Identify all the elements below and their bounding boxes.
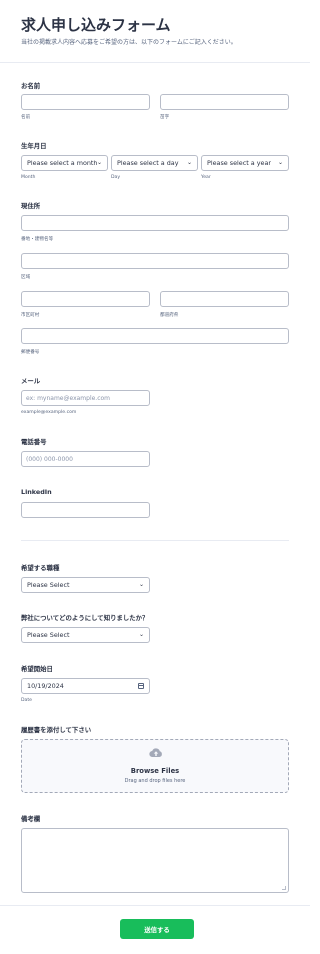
start-date-value: 10/19/2024 xyxy=(27,682,64,690)
birth-month-value: Please select a month xyxy=(27,159,98,167)
date-sublabel: Date xyxy=(21,698,32,703)
address-label: 現住所 xyxy=(21,202,41,210)
last-name-sublabel: 苗字 xyxy=(160,115,170,120)
notes-label: 備考欄 xyxy=(21,815,41,823)
email-sublabel: example@example.com xyxy=(21,410,77,415)
notes-textarea[interactable] xyxy=(21,828,289,893)
source-value: Please Select xyxy=(27,631,70,639)
postal-code-field[interactable] xyxy=(21,328,289,344)
birthdate-label: 生年月日 xyxy=(21,142,47,150)
chevron-down-icon: ⌄ xyxy=(96,159,102,166)
start-date-label: 希望開始日 xyxy=(21,665,53,673)
form-footer: 送信する xyxy=(0,905,310,954)
section-divider xyxy=(21,540,289,541)
birth-day-select[interactable]: Please select a day ⌄ xyxy=(111,155,198,171)
cloud-upload-icon xyxy=(149,748,162,757)
form-subtitle: 当社の掲載求人内容へ応募をご希望の方は、以下のフォームにご記入ください。 xyxy=(21,39,237,46)
birth-day-value: Please select a day xyxy=(117,159,179,167)
street-field[interactable] xyxy=(21,215,289,231)
birth-year-value: Please select a year xyxy=(207,159,271,167)
birth-year-select[interactable]: Please select a year ⌄ xyxy=(201,155,289,171)
resume-label: 履歴書を添付して下さい xyxy=(21,726,92,734)
month-sublabel: Month xyxy=(21,175,36,180)
position-select[interactable]: Please Select ⌄ xyxy=(21,577,150,593)
email-field[interactable] xyxy=(21,390,150,406)
drag-drop-hint: Drag and drop files here xyxy=(124,778,186,784)
linkedin-field[interactable] xyxy=(21,502,150,518)
prefecture-sublabel: 都道府県 xyxy=(160,313,179,318)
source-select[interactable]: Please Select ⌄ xyxy=(21,627,150,643)
city-field[interactable] xyxy=(21,291,150,307)
prefecture-field[interactable] xyxy=(160,291,289,307)
phone-label: 電話番号 xyxy=(21,438,47,446)
first-name-sublabel: 名前 xyxy=(21,115,31,120)
name-label: お名前 xyxy=(21,82,41,90)
position-value: Please Select xyxy=(27,581,70,589)
area-field[interactable] xyxy=(21,253,289,269)
form-title: 求人申し込みフォーム xyxy=(21,16,171,34)
area-sublabel: 区域 xyxy=(21,275,31,280)
file-upload-dropzone[interactable]: Browse Files Drag and drop files here xyxy=(21,739,289,793)
postal-code-sublabel: 郵便番号 xyxy=(21,350,40,355)
chevron-down-icon: ⌄ xyxy=(138,581,144,588)
linkedin-label: LinkedIn xyxy=(21,488,52,496)
phone-field[interactable] xyxy=(21,451,150,467)
birth-month-select[interactable]: Please select a month ⌄ xyxy=(21,155,108,171)
chevron-down-icon: ⌄ xyxy=(138,631,144,638)
first-name-field[interactable] xyxy=(21,94,150,110)
chevron-down-icon: ⌄ xyxy=(186,159,192,166)
source-label: 弊社についてどのようにして知りましたか？ xyxy=(21,614,149,622)
year-sublabel: Year xyxy=(201,175,211,180)
last-name-field[interactable] xyxy=(160,94,289,110)
browse-files-label: Browse Files xyxy=(130,767,180,775)
resize-handle-icon[interactable] xyxy=(282,886,286,890)
day-sublabel: Day xyxy=(111,175,121,180)
position-label: 希望する職種 xyxy=(21,564,60,572)
calendar-icon[interactable] xyxy=(138,683,144,689)
submit-button[interactable]: 送信する xyxy=(120,919,194,939)
form-header: 求人申し込みフォーム 当社の掲載求人内容へ応募をご希望の方は、以下のフォームにご… xyxy=(0,0,310,63)
city-sublabel: 市区町村 xyxy=(21,313,40,318)
chevron-down-icon: ⌄ xyxy=(277,159,283,166)
street-sublabel: 番地・建物名等 xyxy=(21,237,54,242)
start-date-field[interactable]: 10/19/2024 xyxy=(21,678,150,694)
email-label: メール xyxy=(21,377,41,385)
